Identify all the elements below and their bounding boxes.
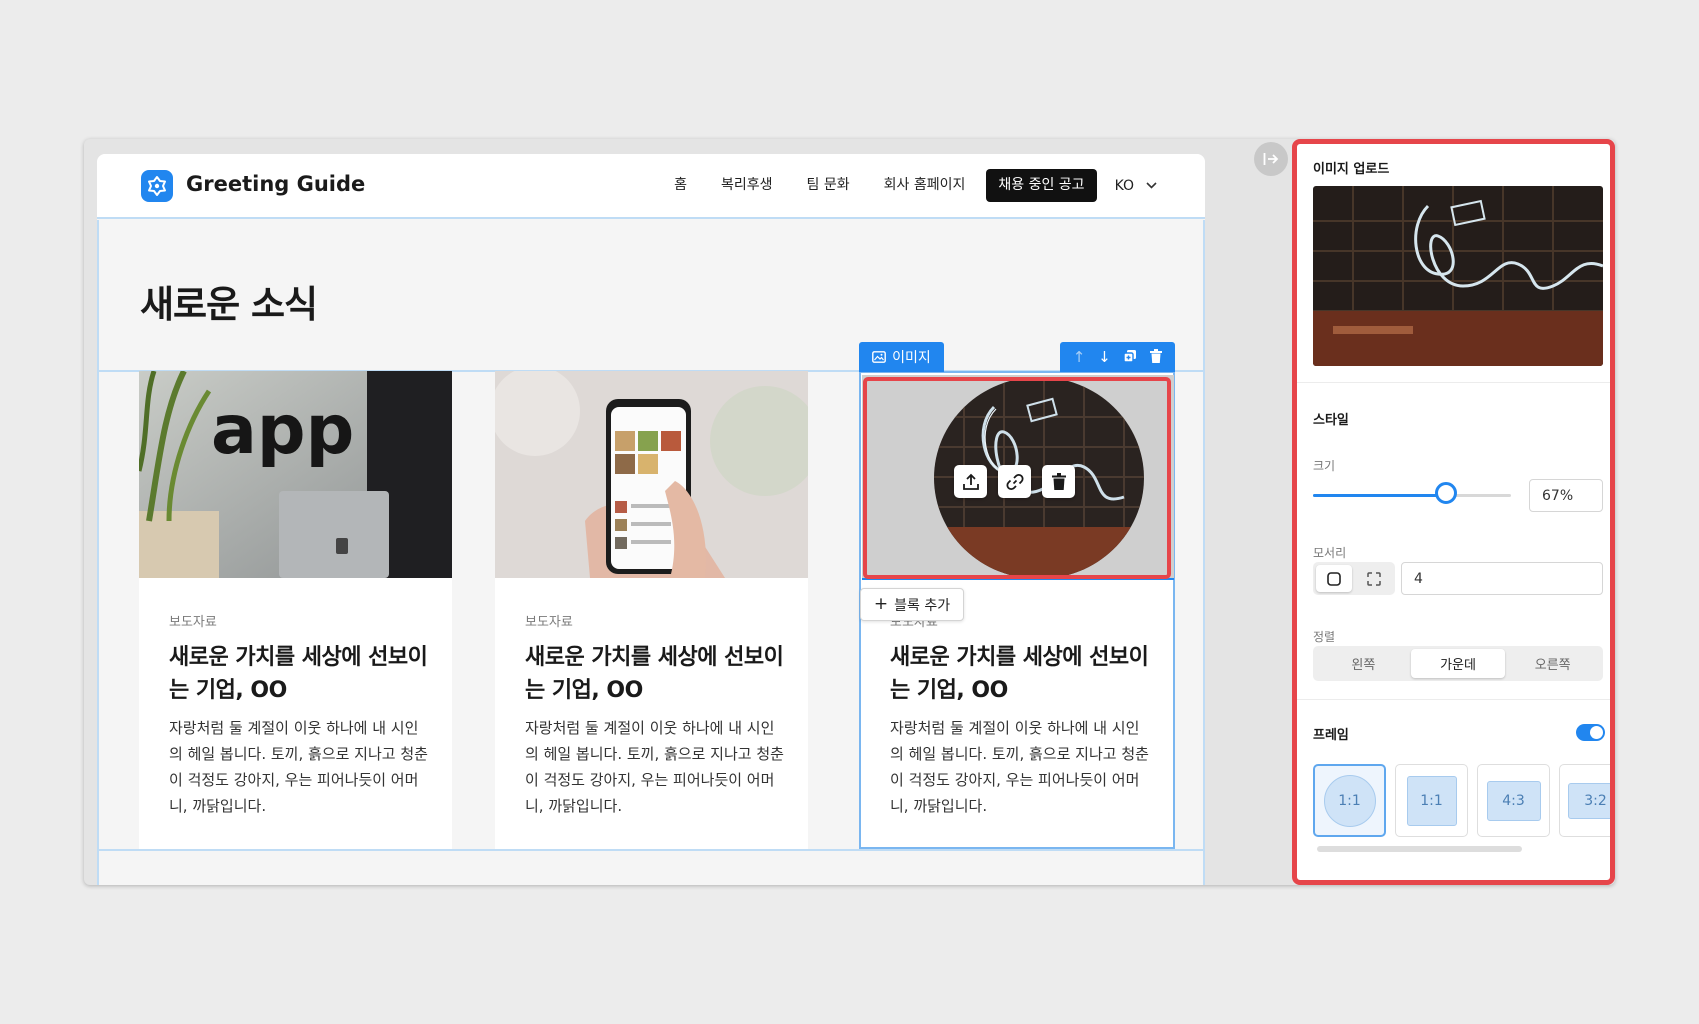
size-input[interactable]: 67%: [1529, 479, 1603, 512]
main-nav: 홈 복리후생 팀 문화 회사 홈페이지 채용 중인 공고 KO: [657, 168, 1157, 203]
frames-scrollbar[interactable]: [1317, 846, 1522, 852]
frame-option-square[interactable]: 1:1: [1395, 764, 1468, 837]
block-type-text: 이미지: [892, 350, 931, 366]
canvas-page: Greeting Guide 홈 복리후생 팀 문화 회사 홈페이지 채용 중인…: [97, 154, 1205, 885]
size-slider-handle[interactable]: [1434, 482, 1457, 504]
style-title: 스타일: [1313, 413, 1349, 428]
chevron-down-icon: [1146, 182, 1157, 189]
frame-label: 프레임: [1313, 728, 1349, 743]
upload-title: 이미지 업로드: [1313, 162, 1390, 177]
frame-shape: 1:1: [1323, 774, 1376, 827]
corner-style-toggle: [1313, 562, 1395, 595]
corner-individual-option[interactable]: [1356, 565, 1392, 592]
frame-option-4-3[interactable]: 4:3: [1477, 764, 1550, 837]
panel-divider: [1297, 382, 1610, 383]
language-label: KO: [1114, 177, 1134, 194]
add-block-label: 블록 추가: [894, 597, 951, 614]
frame-shape: 1:1: [1406, 775, 1457, 826]
language-selector[interactable]: KO: [1103, 178, 1157, 194]
block-toolbar: ↑ ↓: [1060, 342, 1175, 372]
plus-icon: +: [873, 594, 889, 614]
align-right-option[interactable]: 오른쪽: [1505, 649, 1600, 678]
frame-options: 1:1 1:1 4:3 3:2: [1313, 764, 1610, 839]
svg-text:app: app: [211, 391, 354, 470]
card-title[interactable]: 새로운 가치를 세상에 선보이는 기업, OO: [169, 641, 431, 707]
card-tag: 보도자료: [169, 615, 217, 630]
card-tag: 보도자료: [525, 615, 573, 630]
link-image-button[interactable]: [998, 465, 1031, 498]
trash-icon: [1051, 473, 1066, 490]
align-center-option[interactable]: 가운데: [1410, 649, 1506, 678]
site-header: Greeting Guide 홈 복리후생 팀 문화 회사 홈페이지 채용 중인…: [97, 154, 1205, 219]
brand-name[interactable]: Greeting Guide: [186, 172, 365, 196]
card-title[interactable]: 새로운 가치를 세상에 선보이는 기업, OO: [525, 641, 787, 707]
align-label: 정렬: [1313, 630, 1336, 644]
size-label: 크기: [1313, 459, 1336, 473]
page-title: 새로운 소식: [140, 283, 318, 326]
size-slider-fill: [1313, 494, 1446, 497]
size-slider[interactable]: [1313, 494, 1511, 497]
duplicate-icon[interactable]: [1123, 349, 1137, 366]
frame-option-circle[interactable]: 1:1: [1313, 764, 1386, 837]
card-body: 자랑처럼 둘 계절이 이웃 하나에 내 시인의 헤일 봅니다. 토끼, 흙으로 …: [169, 719, 428, 815]
uploaded-image-preview[interactable]: [1313, 186, 1603, 366]
collapse-panel-button[interactable]: [1254, 142, 1288, 176]
corner-all-option[interactable]: [1316, 565, 1352, 592]
delete-image-button[interactable]: [1042, 465, 1075, 498]
corner-label: 모서리: [1313, 546, 1347, 560]
align-segmented-control: 왼쪽 가운데 오른쪽: [1313, 646, 1603, 681]
image-actions: [954, 465, 1075, 498]
square-corner-icon: [1327, 571, 1341, 586]
link-icon: [1005, 473, 1024, 490]
card-body: 자랑처럼 둘 계절이 이웃 하나에 내 시인의 헤일 봅니다. 토끼, 흙으로 …: [525, 719, 784, 815]
settings-panel: 이미지 업로드 스타일 크기 67% 모서리 4 정렬 왼쪽 가운데 오른쪽 프…: [1292, 139, 1615, 885]
open-positions-button[interactable]: 채용 중인 공고: [986, 169, 1097, 202]
move-down-icon[interactable]: ↓: [1098, 349, 1111, 365]
image-icon: [872, 351, 887, 363]
nav-item-home[interactable]: 홈: [657, 168, 704, 203]
nav-item-company-homepage[interactable]: 회사 홈페이지: [867, 168, 983, 203]
brand-logo-icon[interactable]: [141, 170, 173, 202]
nav-item-benefits[interactable]: 복리후생: [704, 168, 790, 203]
corner-radius-input[interactable]: 4: [1401, 562, 1603, 595]
frame-shape: 4:3: [1486, 780, 1541, 821]
news-card[interactable]: app 보도자료 새로운 가치를 세상에 선보이는 기업, OO 자랑처럼 둘 …: [139, 371, 452, 849]
upload-icon: [962, 473, 979, 490]
move-up-icon[interactable]: ↑: [1073, 349, 1086, 365]
nav-item-team-culture[interactable]: 팀 문화: [790, 168, 867, 203]
delete-icon[interactable]: [1150, 348, 1163, 366]
upload-image-button[interactable]: [954, 465, 987, 498]
collapse-panel-icon: [1263, 153, 1279, 165]
section-divider: [97, 849, 1205, 851]
card-image: app: [139, 371, 452, 578]
frame-option-3-2[interactable]: 3:2: [1559, 764, 1610, 837]
news-card[interactable]: 보도자료 새로운 가치를 세상에 선보이는 기업, OO 자랑처럼 둘 계절이 …: [495, 371, 808, 849]
align-left-option[interactable]: 왼쪽: [1316, 649, 1411, 678]
add-block-button[interactable]: + 블록 추가: [860, 588, 964, 621]
block-type-label[interactable]: 이미지: [859, 342, 944, 372]
frame-shape: 3:2: [1567, 782, 1610, 819]
card-image: [495, 371, 808, 578]
individual-corners-icon: [1367, 571, 1381, 586]
panel-divider: [1297, 699, 1610, 700]
frame-toggle[interactable]: [1576, 724, 1605, 741]
